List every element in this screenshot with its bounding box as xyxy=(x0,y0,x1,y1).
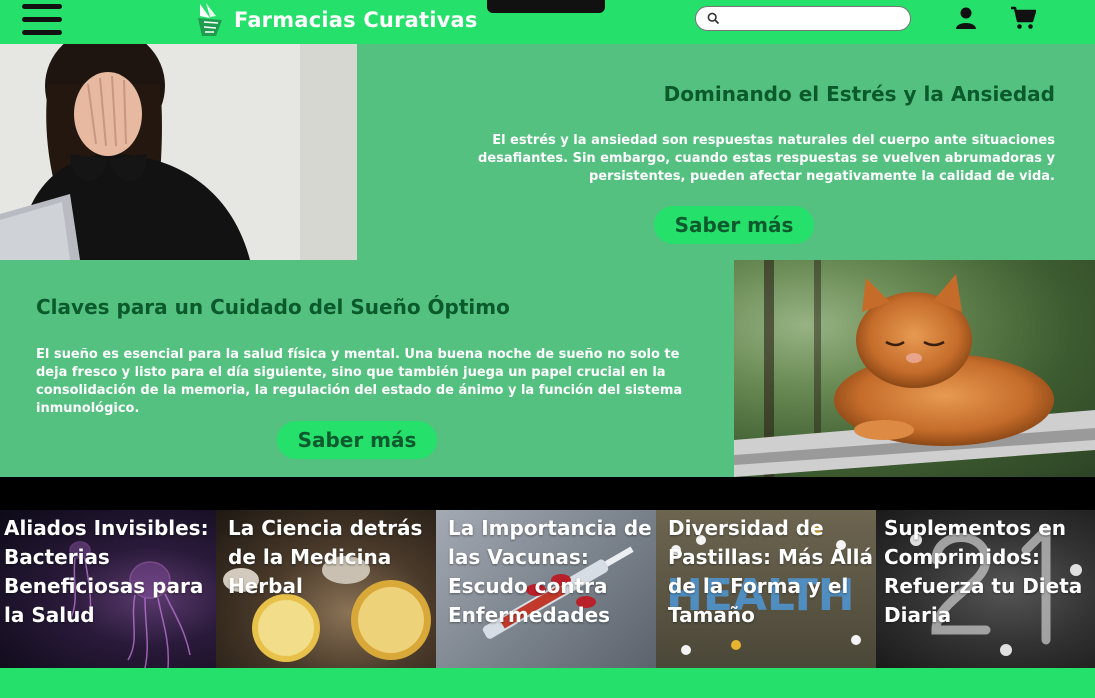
sleeping-cat-illustration xyxy=(734,260,1095,477)
menu-icon[interactable] xyxy=(22,2,62,38)
logo-icon xyxy=(198,3,222,36)
sleeping-cat-photo xyxy=(734,260,1095,477)
sleep-title: Claves para un Cuidado del Sueño Óptimo xyxy=(36,295,510,319)
search-bar[interactable] xyxy=(695,6,911,31)
article-title-vaccines: La Importancia de las Vacunas: Escudo co… xyxy=(448,516,652,627)
stressed-woman-photo xyxy=(0,44,357,260)
search-icon[interactable] xyxy=(707,12,720,25)
brand-logo-link[interactable]: Farmacias Curativas xyxy=(196,0,478,40)
article-title-herbal: La Ciencia detrás de la Medicina Herbal xyxy=(228,516,423,598)
search-input[interactable] xyxy=(726,10,902,28)
top-navbar: Farmacias Curativas xyxy=(0,0,1095,44)
stress-description: El estrés y la ansiedad son respuestas n… xyxy=(478,133,1055,184)
article-card-bacteria[interactable]: Aliados Invisibles: Bacterias Beneficios… xyxy=(0,510,216,668)
stress-section: Dominando el Estrés y la Ansiedad El est… xyxy=(0,44,1095,260)
brand-name: Farmacias Curativas xyxy=(234,8,478,32)
user-icon[interactable] xyxy=(954,6,978,30)
article-card-vaccines[interactable]: La Importancia de las Vacunas: Escudo co… xyxy=(436,510,656,668)
article-card-herbal[interactable]: La Ciencia detrás de la Medicina Herbal xyxy=(216,510,436,668)
article-cards: Aliados Invisibles: Bacterias Beneficios… xyxy=(0,510,1095,668)
article-card-pills[interactable]: HEALTH Diversidad de Pastillas: Más Allá… xyxy=(656,510,876,668)
header-tab[interactable] xyxy=(487,0,605,13)
stress-learn-more-button[interactable]: Saber más xyxy=(654,206,814,244)
article-title-supplements: Suplementos en Comprimidos: Refuerza tu … xyxy=(884,516,1083,627)
cart-icon[interactable] xyxy=(1010,6,1036,30)
article-title-bacteria: Aliados Invisibles: Bacterias Beneficios… xyxy=(4,516,209,627)
article-title-pills: Diversidad de Pastillas: Más Allá de la … xyxy=(668,516,873,627)
article-card-supplements[interactable]: Suplementos en Comprimidos: Refuerza tu … xyxy=(876,510,1095,668)
sleep-learn-more-button[interactable]: Saber más xyxy=(277,421,437,459)
sleep-section: Claves para un Cuidado del Sueño Óptimo … xyxy=(0,260,1095,477)
stress-title: Dominando el Estrés y la Ansiedad xyxy=(663,82,1055,106)
footer-bar xyxy=(0,668,1095,698)
stressed-woman-illustration xyxy=(0,44,357,260)
sleep-description: El sueño es esencial para la salud físic… xyxy=(36,347,683,416)
